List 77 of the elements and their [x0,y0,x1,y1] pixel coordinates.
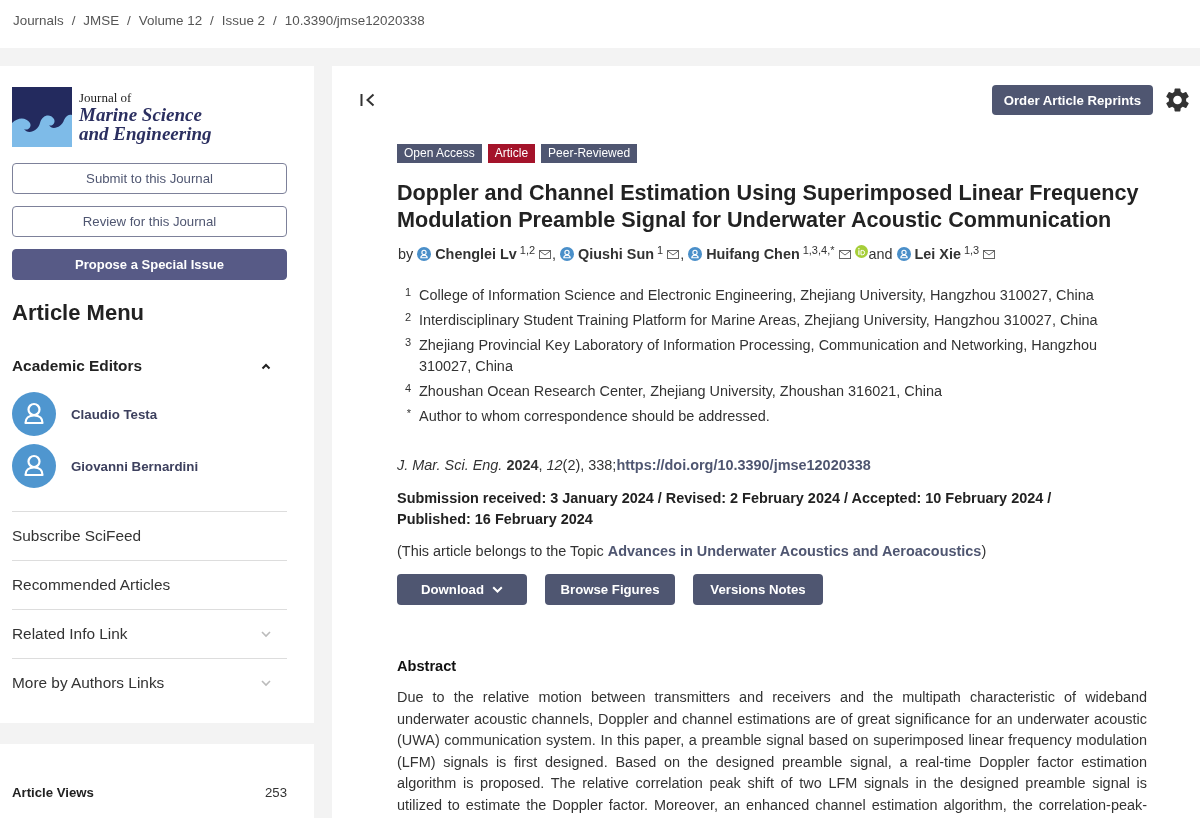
envelope-icon[interactable] [838,250,851,259]
abstract-text: Due to the relative motion between transmitters and receivers and the multipath characteristic of wideband underwater acoustic channels, Doppler and channel estimations are of great significance for an underwater acoustic (UWA) communication system. In this paper, a preamble signal based on superimposed linear frequency modulation (LFM) signals is first designed. Based on the designed preamble signal, a real-time Doppler factor estimation algorithm is proposed. The relative correlation peak shift of two LFM signals in the designed preamble signal is utilized to estimate the Doppler factor. Moreover, an enhanced channel estimation algorithm, the correlation-peak- [397,688,1147,815]
logo-title: and Engineering [79,125,212,143]
affiliation-number: 2 [403,310,411,325]
author-link[interactable]: Qiushi Sun [578,246,654,262]
person-icon [896,247,911,261]
reprints-button[interactable]: Order Article Reprints [991,85,1153,115]
affiliation-text: Zhejiang Provincial Key Laboratory of Information Processing, Communication and Networking, Hangzhou 310027, China [419,336,1099,376]
article-badge: Peer-Reviewed [541,144,638,163]
breadcrumb-link[interactable]: Issue 2 [221,13,265,28]
affiliation-text: Interdisciplinary Student Training Platform for Marine Areas, Zhejiang University, Hangzhou 310027, China [419,311,1098,330]
article-title: Doppler and Channel Estimation Using Superimposed Linear Frequency Modulation Preamble Signal for Underwater Acoustic Communication [397,179,1140,233]
abstract-heading: Abstract [397,657,458,675]
logo-prefix: Journal of [79,91,132,105]
affiliation-number: 1 [403,285,411,300]
breadcrumb-link[interactable]: JMSE [83,13,120,28]
caret-icon [492,586,503,593]
breadcrumb-separator: / [71,13,76,28]
menu-item[interactable]: Related Info Link [12,609,287,658]
breadcrumb-link[interactable]: Journals [13,13,64,28]
affiliation-text: Author to whom correspondence should be addressed. [419,407,770,426]
journal-action-button[interactable]: Submit to this Journal [12,163,287,194]
settings-icon[interactable] [1166,88,1189,112]
menu-title: Article Menu [12,300,146,326]
author-link[interactable]: Chenglei Lv [435,246,517,262]
user-avatar-icon [12,444,56,488]
person-icon [417,247,432,261]
publication-dates: Submission received: 3 January 2024 / Revised: 2 February 2024 / Accepted: 10 February 2024 / Published: 16 February 2024 [397,489,1053,529]
collapse-icon[interactable] [360,93,375,107]
journal-action-button[interactable]: Review for this Journal [12,206,287,237]
citation-text: J. Mar. Sci. Eng. 2024, 12(2), 338; [397,457,617,473]
topic-text: ) [981,543,987,559]
article-badge: Open Access [397,144,482,163]
author-link[interactable]: Lei Xie [914,246,961,262]
envelope-icon[interactable] [667,250,680,259]
user-avatar-icon [12,392,56,436]
section-toggle[interactable]: Academic Editors [12,356,287,376]
affiliation-number: * [405,406,411,421]
doi-link[interactable]: https://doi.org/10.3390/jmse12020338 [616,457,871,473]
breadcrumb-separator: / [210,13,214,28]
editor-link[interactable]: Giovanni Bernardini [71,458,199,474]
affiliation-number: 3 [403,335,411,350]
affiliation-text: College of Information Science and Electronic Engineering, Zhejiang University, Hangzhou 310027, China [419,286,1094,305]
envelope-icon[interactable] [539,250,552,259]
breadcrumb-link[interactable]: Volume 12 [138,13,203,28]
affiliation-marks: 1,3 [963,244,980,256]
action-button[interactable]: Browse Figures [545,574,675,605]
dropdown-button[interactable]: Download [397,574,527,605]
byline-connector: and [868,246,893,262]
menu-item[interactable]: Recommended Articles [12,560,287,609]
action-button[interactable]: Versions Notes [693,574,823,605]
breadcrumb-separator: / [127,13,131,28]
byline-connector: , [680,246,685,262]
menu-item[interactable]: More by Authors Links [12,658,287,707]
byline-connector: , [552,246,557,262]
affiliation-number: 4 [403,381,411,396]
topic-link[interactable]: Advances in Underwater Acoustics and Aeroacoustics [607,543,982,559]
breadcrumb-separator: / [273,13,277,28]
affiliation-text: Zhoushan Ocean Research Center, Zhejiang University, Zhoushan 316021, China [419,382,942,401]
person-icon [560,247,575,261]
editor-link[interactable]: Claudio Testa [71,406,158,422]
affiliation-marks: 1 [657,244,664,256]
logo-title: Marine Science [79,106,202,124]
stat-value: 253 [265,784,287,802]
author-link[interactable]: Huifang Chen [706,246,800,262]
byline-connector: by [398,246,414,262]
wave-logo-icon [12,87,72,147]
article-badge: Article [487,144,536,163]
affiliation-marks: 1,3,4,* [802,244,835,256]
affiliation-marks: 1,2 [519,244,536,256]
breadcrumb-link[interactable]: 10.3390/jmse12020338 [284,13,425,28]
topic-text: (This article belongs to the Topic [397,543,604,559]
menu-item[interactable]: Subscribe SciFeed [12,511,287,560]
person-icon [688,247,703,261]
propose-button[interactable]: Propose a Special Issue [12,249,287,280]
stat-label: Article Views [12,784,94,802]
envelope-icon[interactable] [983,250,996,259]
